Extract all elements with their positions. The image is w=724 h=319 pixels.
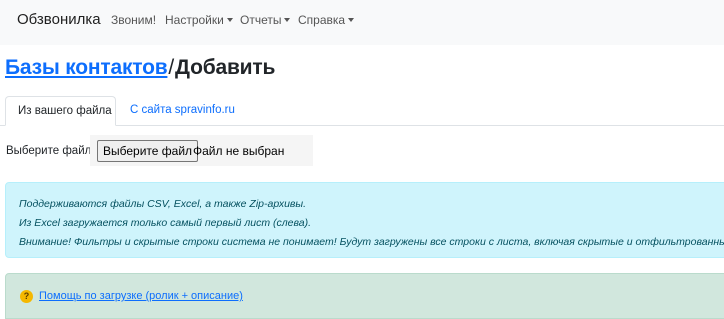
nav-item-reports[interactable]: Отчеты — [240, 13, 291, 27]
file-status-text: Файл не выбран — [193, 144, 285, 158]
nav-item-help[interactable]: Справка — [298, 13, 355, 27]
info-line: Поддерживаются файлы CSV, Excel, а также… — [19, 198, 307, 210]
caret-down-icon — [284, 18, 291, 22]
tab-label: Из вашего файла — [18, 105, 112, 117]
page-title: Базы контактов/Добавить — [5, 56, 275, 80]
nav-item-label: Отчеты — [240, 13, 282, 27]
tab-from-file[interactable]: Из вашего файла — [5, 96, 116, 126]
nav-item-label: Настройки — [165, 13, 224, 27]
brand-logo-text[interactable]: Обзвонилка — [17, 11, 101, 28]
breadcrumb-contact-bases-link[interactable]: Базы контактов — [5, 56, 168, 79]
choose-file-button[interactable]: Выберите файл — [97, 140, 199, 162]
nav-item-label: Справка — [298, 13, 346, 27]
info-line: Внимание! Фильтры и скрытые строки систе… — [19, 236, 724, 248]
breadcrumb-current: Добавить — [175, 56, 276, 79]
upload-help-link[interactable]: Помощь по загрузке (ролик + описание) — [39, 290, 243, 302]
breadcrumb-separator: / — [168, 56, 175, 79]
tab-from-spravinfo[interactable]: С сайта spravinfo.ru — [118, 96, 247, 126]
nav-item-label: Звоним! — [111, 13, 157, 27]
nav-item-settings[interactable]: Настройки — [165, 13, 233, 27]
file-input[interactable]: Выберите файл Файл не выбран — [90, 135, 313, 166]
info-line: Из Excel загружается только самый первый… — [19, 217, 312, 229]
info-alert: Поддерживаются файлы CSV, Excel, а также… — [5, 182, 724, 258]
question-icon: ? — [20, 290, 33, 303]
caret-down-icon — [348, 18, 355, 22]
tab-label: С сайта spravinfo.ru — [130, 104, 235, 116]
top-navbar: Обзвонилка Звоним! Настройки Отчеты Спра… — [0, 0, 724, 45]
nav-item-call[interactable]: Звоним! — [111, 13, 156, 27]
help-alert: ? Помощь по загрузке (ролик + описание) — [5, 273, 724, 319]
file-field-label: Выберите файл — [6, 145, 92, 157]
caret-down-icon — [226, 18, 233, 22]
